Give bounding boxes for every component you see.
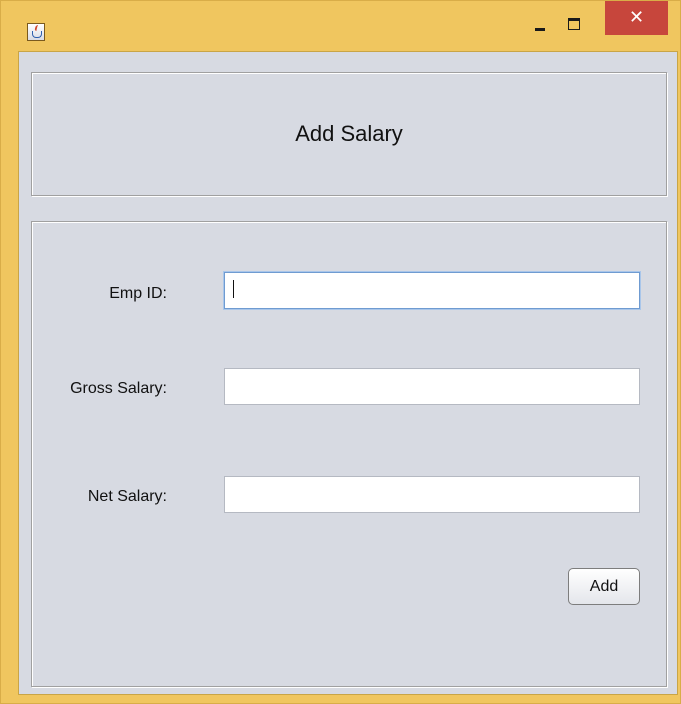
- maximize-icon: [568, 18, 580, 30]
- close-icon: ✕: [628, 7, 645, 28]
- net-salary-label: Net Salary:: [87, 488, 167, 505]
- text-cursor: [233, 280, 234, 298]
- app-window: ✕ Add Salary Emp ID: Gross Salary: Net S…: [0, 0, 681, 704]
- gross-salary-field[interactable]: [224, 368, 640, 405]
- header-panel: Add Salary: [31, 72, 667, 196]
- maximize-button[interactable]: [561, 11, 587, 35]
- salary-form-panel: Emp ID: Gross Salary: Net Salary: Add: [31, 221, 667, 687]
- minimize-button[interactable]: [527, 11, 553, 35]
- content-pane: Add Salary Emp ID: Gross Salary: Net Sal…: [18, 51, 678, 695]
- emp-id-field[interactable]: [224, 272, 640, 309]
- gross-salary-label: Gross Salary:: [70, 380, 167, 397]
- close-button[interactable]: ✕: [605, 1, 668, 35]
- minimize-icon: [535, 28, 545, 31]
- title-bar[interactable]: ✕: [1, 1, 680, 51]
- net-salary-field[interactable]: [224, 476, 640, 513]
- java-icon[interactable]: [27, 23, 45, 41]
- emp-id-label: Emp ID:: [109, 285, 167, 302]
- page-title: Add Salary: [295, 121, 403, 146]
- add-button[interactable]: Add: [568, 568, 640, 605]
